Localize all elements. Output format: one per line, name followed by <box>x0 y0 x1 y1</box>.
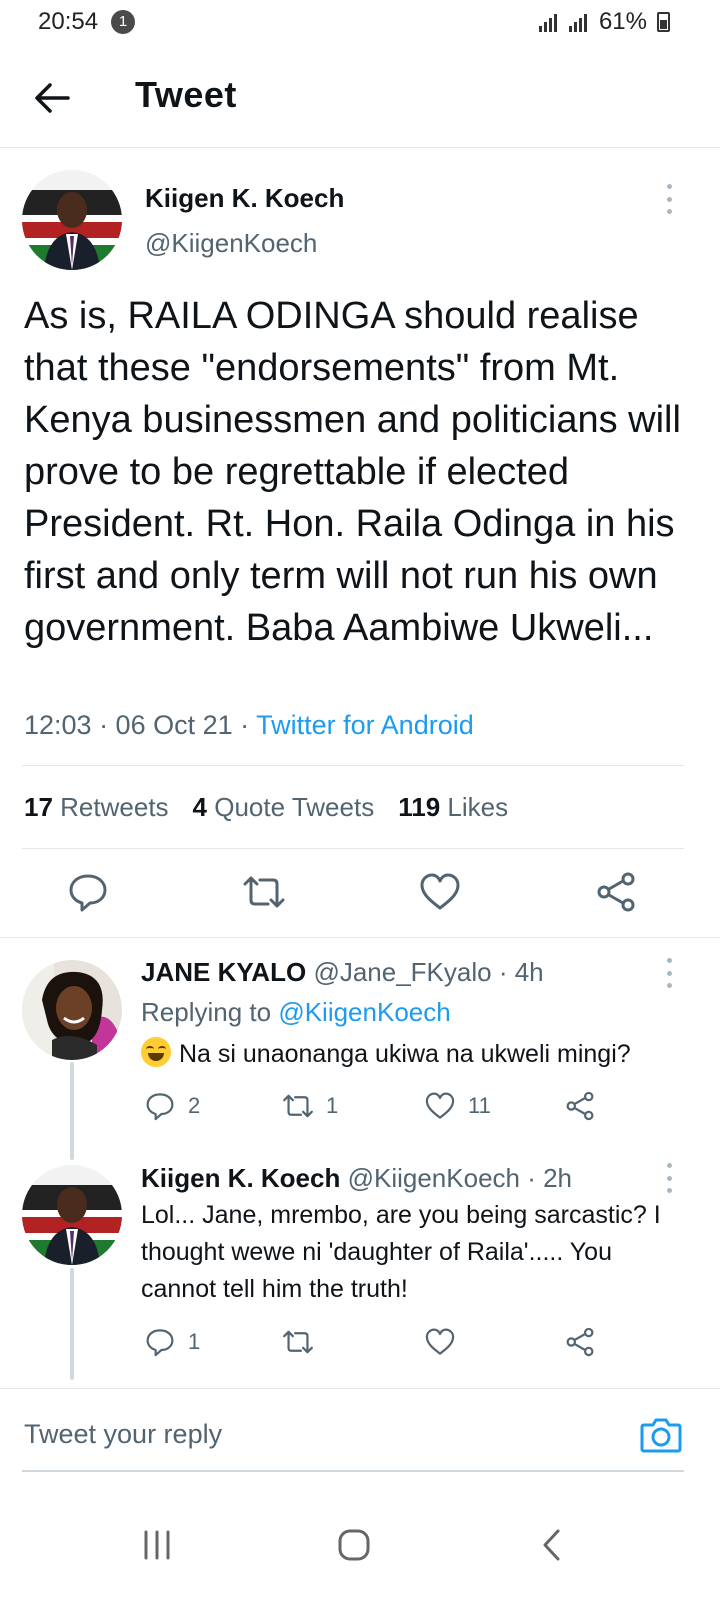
recent-apps-icon[interactable] <box>132 1520 182 1570</box>
like-icon <box>425 1328 455 1355</box>
reply-author-name[interactable]: Kiigen K. Koech <box>141 1163 340 1193</box>
reply-time: · 2h <box>519 1163 573 1193</box>
system-nav-bar <box>0 1490 720 1600</box>
likes-stat[interactable]: 119 Likes <box>398 792 508 823</box>
reply-author-handle[interactable]: @KiigenKoech <box>348 1163 520 1193</box>
reply-author-handle[interactable]: @Jane_FKyalo <box>313 957 491 987</box>
thread-line <box>70 1062 74 1160</box>
more-icon[interactable] <box>665 1163 673 1193</box>
share-icon <box>566 1091 594 1121</box>
retweet-icon <box>283 1094 313 1118</box>
reply-icon <box>146 1329 174 1357</box>
more-icon[interactable] <box>665 184 673 214</box>
replying-to-handle[interactable]: @KiigenKoech <box>278 997 450 1027</box>
back-icon[interactable] <box>528 1520 578 1570</box>
reply-icon[interactable] <box>66 870 110 914</box>
retweet-icon <box>283 1330 313 1354</box>
divider <box>22 765 684 766</box>
like-icon[interactable] <box>418 870 462 914</box>
reply-input-underline <box>22 1470 684 1472</box>
retweet-icon[interactable] <box>242 870 286 914</box>
share-icon[interactable] <box>594 870 638 914</box>
status-bar: 20:54 1 61% <box>0 0 720 46</box>
notification-badge: 1 <box>111 10 135 34</box>
reply-action-retweet[interactable] <box>282 1326 326 1358</box>
battery-icon <box>657 12 670 32</box>
tweet-text: As is, RAILA ODINGA should realise that … <box>24 295 681 649</box>
reply-action-retweet[interactable]: 1 <box>282 1090 338 1122</box>
quotes-stat[interactable]: 4 Quote Tweets <box>193 792 375 823</box>
reply-icon <box>146 1093 174 1121</box>
reply-composer: Tweet your reply <box>0 1388 720 1472</box>
reply-header: Kiigen K. Koech @KiigenKoech · 2h <box>141 1163 572 1194</box>
reply-text: Na si unaonanga ukiwa na ukweli mingi? <box>141 1036 701 1073</box>
signal-icon <box>538 12 561 32</box>
more-icon[interactable] <box>665 958 673 988</box>
status-icons: 61% <box>538 8 670 36</box>
thread-line <box>70 1268 74 1380</box>
reply-action-share[interactable] <box>564 1326 596 1358</box>
replying-to: Replying to @KiigenKoech <box>141 997 451 1027</box>
reply-avatar[interactable] <box>22 1165 122 1265</box>
top-app-bar: Tweet <box>0 52 720 148</box>
divider <box>22 848 684 849</box>
status-time: 20:54 <box>38 8 99 35</box>
battery-percent: 61% <box>598 8 647 35</box>
reply-author-name[interactable]: JANE KYALO <box>141 957 306 987</box>
author-name[interactable]: Kiigen K. Koech <box>145 183 344 214</box>
laughing-emoji-icon <box>141 1037 171 1067</box>
tweet-source[interactable]: Twitter for Android <box>256 710 474 740</box>
like-icon <box>425 1092 455 1119</box>
page-title: Tweet <box>135 74 237 115</box>
reply-action-share[interactable] <box>564 1090 596 1122</box>
back-arrow-icon[interactable] <box>30 76 74 120</box>
tweet-stats: 17 Retweets 4 Quote Tweets 119 Likes <box>24 792 508 823</box>
tweet-timestamp: 12:03 · 06 Oct 21 · <box>24 710 257 740</box>
reply-time: · 4h <box>491 957 544 987</box>
reply-action-reply[interactable]: 1 <box>144 1326 200 1358</box>
reply-text: Lol... Jane, mrembo, are you being sarca… <box>141 1201 661 1303</box>
retweets-stat[interactable]: 17 Retweets <box>24 792 169 823</box>
reply-header: JANE KYALO @Jane_FKyalo · 4h <box>141 957 544 988</box>
divider <box>0 937 720 938</box>
reply-input[interactable]: Tweet your reply <box>24 1419 222 1450</box>
tweet-meta: 12:03 · 06 Oct 21 · Twitter for Android <box>24 710 474 741</box>
reply-avatar[interactable] <box>22 960 122 1060</box>
author-avatar[interactable] <box>22 170 122 270</box>
tweet-actions <box>0 866 720 926</box>
reply-action-like[interactable] <box>424 1326 468 1358</box>
reply-action-reply[interactable]: 2 <box>144 1090 200 1122</box>
home-icon[interactable] <box>330 1520 380 1570</box>
camera-icon[interactable] <box>640 1415 682 1455</box>
author-handle[interactable]: @KiigenKoech <box>145 228 317 259</box>
share-icon <box>566 1327 594 1357</box>
signal-icon-2 <box>568 12 591 32</box>
reply-action-like[interactable]: 11 <box>424 1090 491 1122</box>
